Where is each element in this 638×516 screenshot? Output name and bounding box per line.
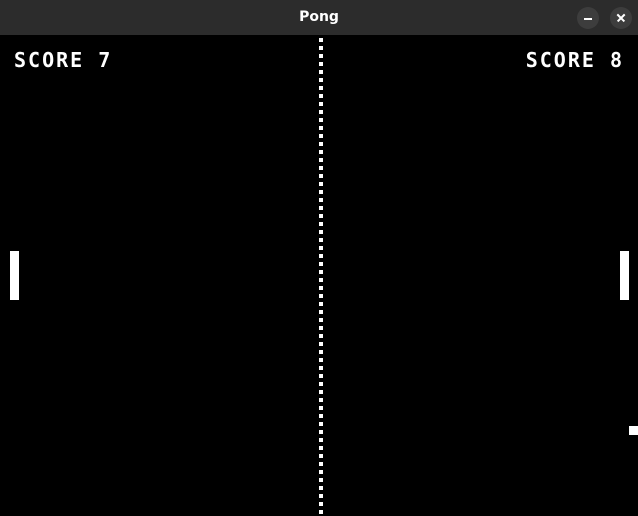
right-paddle [620,251,629,300]
pong-window: Pong SCORE 7 SCORE 8 [0,0,638,516]
left-player-score: SCORE 7 [14,48,113,72]
title-bar[interactable]: Pong [0,0,638,35]
ball [629,426,638,435]
right-player-score: SCORE 8 [525,48,624,72]
minimize-button[interactable] [577,7,599,29]
minimize-icon [584,18,592,20]
game-playfield[interactable]: SCORE 7 SCORE 8 [0,35,638,516]
left-paddle [10,251,19,300]
close-button[interactable] [610,7,632,29]
window-title: Pong [299,9,339,25]
center-net [319,38,323,516]
close-icon [610,7,632,29]
